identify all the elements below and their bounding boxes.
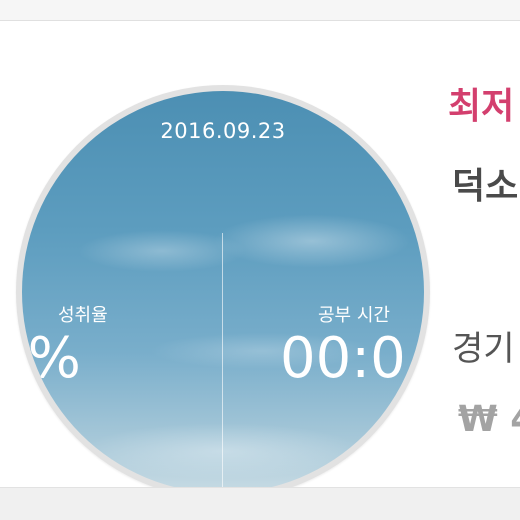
achievement-label: 성취율 xyxy=(58,305,108,326)
item-info[interactable]: 최저 덕소 경기 ₩ 4 xyxy=(446,21,520,487)
study-widget[interactable]: 2016.09.23 성취율 0% 공부 시간 00:0 xyxy=(22,91,424,487)
top-bar xyxy=(0,0,520,21)
widget-divider xyxy=(222,233,223,487)
widget-date: 2016.09.23 xyxy=(160,119,286,143)
item-location: 경기 xyxy=(452,329,515,369)
achievement-value: 0% xyxy=(22,326,81,391)
item-price: ₩ 4 xyxy=(458,399,520,440)
list-card[interactable]: 2016.09.23 성취율 0% 공부 시간 00:0 최저 덕소 경기 ₩ … xyxy=(0,21,520,488)
bottom-strip xyxy=(0,488,520,520)
item-title: 최저 xyxy=(448,86,515,127)
study-time-label: 공부 시간 xyxy=(318,305,390,326)
item-subtitle: 덕소 xyxy=(452,166,519,207)
study-time-value: 00:0 xyxy=(280,326,406,391)
